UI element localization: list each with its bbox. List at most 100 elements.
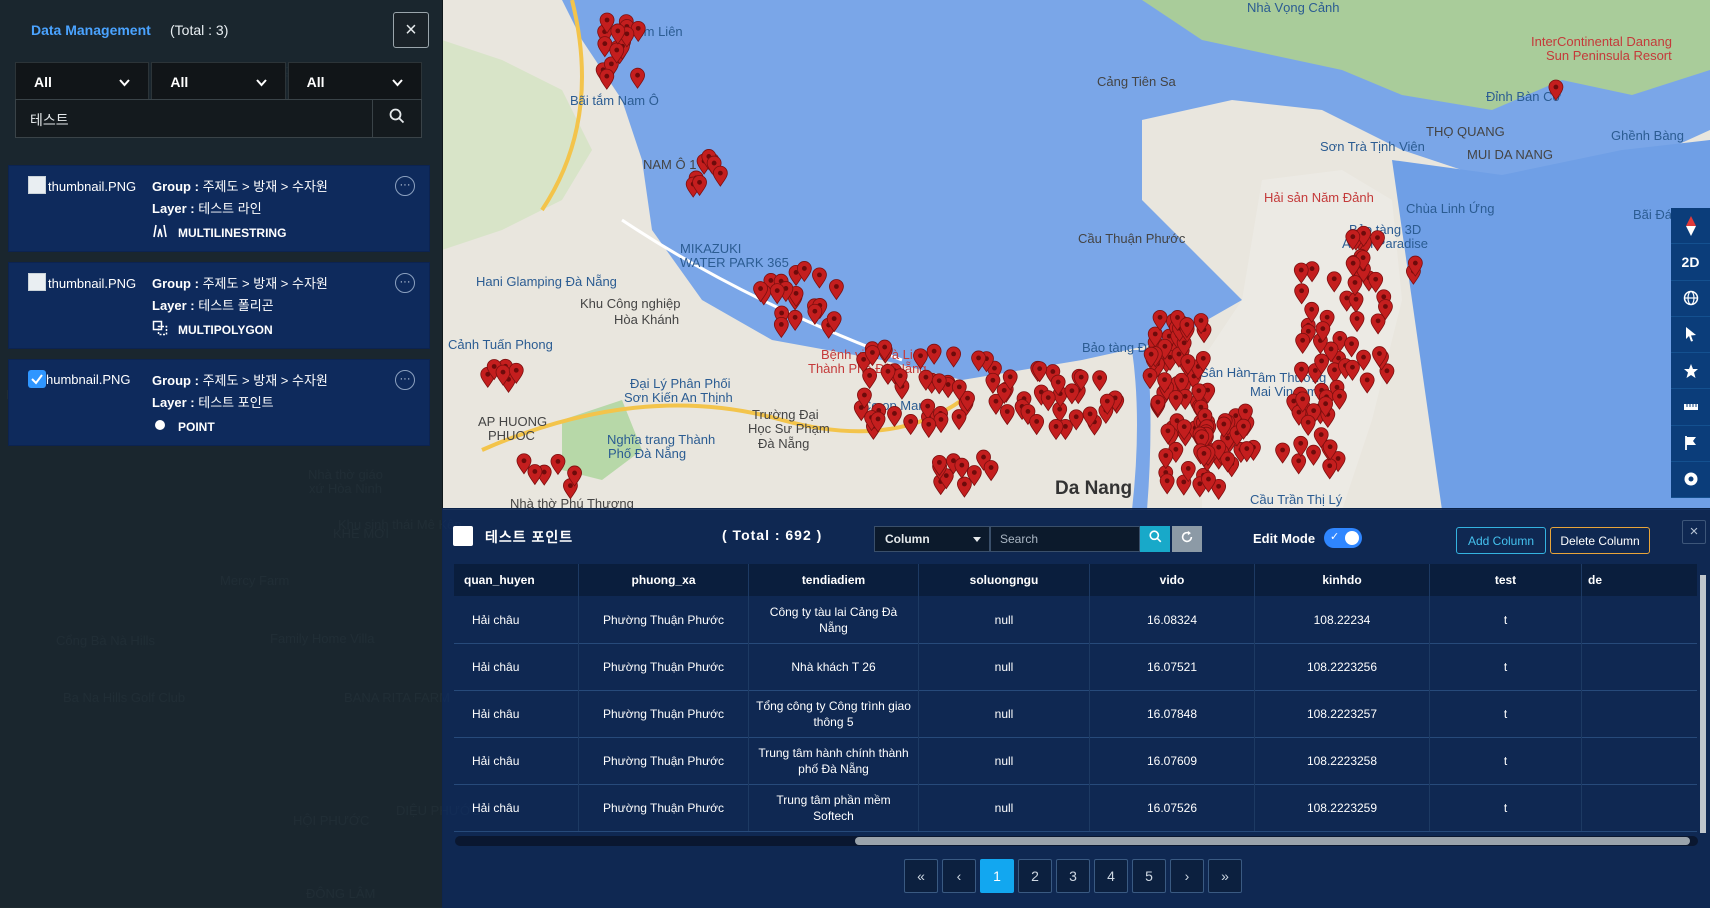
map-marker[interactable]: [1032, 361, 1048, 383]
layer-card[interactable]: humbnail.PNG Group : 주제도 > 방재 > 수자원 Laye…: [8, 359, 430, 446]
map-marker[interactable]: [812, 267, 827, 289]
map-marker[interactable]: [983, 460, 999, 482]
filter-select-2[interactable]: All: [151, 62, 286, 101]
map-marker[interactable]: [862, 368, 878, 390]
more-options-button[interactable]: ···: [395, 370, 415, 390]
map-marker[interactable]: [1029, 414, 1045, 436]
map-marker[interactable]: [829, 279, 844, 301]
pointer-icon[interactable]: [1671, 317, 1710, 353]
table-cell[interactable]: 16.07526: [1090, 784, 1255, 831]
table-cell[interactable]: 108.2223258: [1255, 737, 1430, 784]
map-marker[interactable]: [1368, 271, 1384, 293]
map-marker[interactable]: [887, 406, 902, 428]
table-cell[interactable]: t: [1430, 784, 1582, 831]
table-cell[interactable]: Trung tâm phần mềm Softech: [749, 784, 919, 831]
table-cell[interactable]: Phường Thuận Phước: [579, 643, 749, 690]
table-cell[interactable]: t: [1430, 596, 1582, 643]
target-icon[interactable]: [1671, 462, 1710, 498]
map-marker[interactable]: [1370, 230, 1385, 252]
table-row[interactable]: Hải châu Phường Thuận Phước Trung tâm hành…: [454, 737, 1697, 785]
map-marker[interactable]: [1322, 458, 1338, 480]
table-cell[interactable]: 16.07609: [1090, 737, 1255, 784]
table-refresh-button[interactable]: [1172, 526, 1202, 552]
map-marker[interactable]: [597, 36, 613, 58]
map-marker[interactable]: [599, 68, 615, 90]
table-row[interactable]: Hải châu Phường Thuận Phước Trung tâm phần…: [454, 784, 1697, 832]
select-all-checkbox[interactable]: [453, 526, 473, 546]
map-marker[interactable]: [999, 404, 1015, 426]
map-marker[interactable]: [1349, 311, 1365, 333]
table-cell[interactable]: [1582, 643, 1697, 690]
map-marker[interactable]: [933, 412, 949, 434]
horizontal-scrollbar[interactable]: [455, 836, 1698, 846]
table-cell[interactable]: null: [919, 596, 1090, 643]
page-button[interactable]: ‹: [942, 859, 976, 893]
table-cell[interactable]: 108.2223256: [1255, 643, 1430, 690]
table-cell[interactable]: Phường Thuận Phước: [579, 737, 749, 784]
table-cell[interactable]: Trung tâm hành chính thành phố Đà Nẵng: [749, 737, 919, 784]
map-marker[interactable]: [1295, 332, 1311, 354]
table-cell[interactable]: 16.07848: [1090, 690, 1255, 737]
table-cell[interactable]: t: [1430, 737, 1582, 784]
page-button[interactable]: 5: [1132, 859, 1166, 893]
column-header[interactable]: kinhdo: [1255, 564, 1430, 596]
search-button[interactable]: [372, 100, 421, 137]
map-marker[interactable]: [1092, 370, 1108, 392]
table-cell[interactable]: Tổng công ty Công trình giao thông 5: [749, 690, 919, 737]
search-input[interactable]: 테스트: [16, 100, 372, 137]
table-cell[interactable]: Phường Thuận Phước: [579, 596, 749, 643]
table-cell[interactable]: 108.2223259: [1255, 784, 1430, 831]
map-marker[interactable]: [1168, 390, 1184, 412]
map-marker[interactable]: [712, 165, 728, 187]
table-row[interactable]: Hải châu Phường Thuận Phước Nhà khách T 26…: [454, 643, 1697, 691]
column-header[interactable]: phuong_xa: [579, 564, 749, 596]
map-marker[interactable]: [787, 309, 803, 331]
map-marker[interactable]: [1326, 271, 1342, 293]
vertical-scrollbar[interactable]: [1700, 575, 1706, 833]
column-header[interactable]: test: [1430, 564, 1582, 596]
table-cell[interactable]: null: [919, 737, 1090, 784]
more-options-button[interactable]: ···: [395, 176, 415, 196]
map-marker[interactable]: [1344, 336, 1359, 358]
table-cell[interactable]: Hải châu: [454, 784, 579, 831]
table-cell[interactable]: Nhà khách T 26: [749, 643, 919, 690]
column-header[interactable]: tendiadiem: [749, 564, 919, 596]
map-marker[interactable]: [1332, 388, 1347, 410]
map-marker[interactable]: [550, 453, 566, 476]
map-marker[interactable]: [1048, 419, 1064, 441]
column-header[interactable]: vido: [1090, 564, 1255, 596]
map-marker[interactable]: [954, 457, 970, 479]
map-marker[interactable]: [1293, 262, 1309, 284]
edit-mode-toggle[interactable]: ✓: [1324, 528, 1362, 548]
table-row[interactable]: Hải châu Phường Thuận Phước Tổng công ty C…: [454, 690, 1697, 738]
table-cell[interactable]: null: [919, 784, 1090, 831]
column-header[interactable]: soluongngu: [919, 564, 1090, 596]
map-marker[interactable]: [1158, 448, 1174, 470]
compass-icon[interactable]: [1671, 208, 1710, 245]
table-cell[interactable]: Hải châu: [454, 737, 579, 784]
page-button[interactable]: 1: [980, 859, 1014, 893]
map-marker[interactable]: [1294, 283, 1310, 305]
2d-toggle-button[interactable]: 2D: [1671, 244, 1710, 281]
map-marker[interactable]: [1348, 291, 1364, 313]
map-marker[interactable]: [1300, 414, 1316, 436]
map-marker[interactable]: [1159, 473, 1175, 495]
page-button[interactable]: »: [1208, 859, 1242, 893]
table-cell[interactable]: [1582, 596, 1697, 643]
map-marker[interactable]: [1370, 313, 1386, 335]
globe-icon[interactable]: [1671, 281, 1710, 317]
map-marker[interactable]: [1306, 444, 1321, 466]
scrollbar-thumb[interactable]: [855, 837, 1690, 845]
page-button[interactable]: «: [904, 859, 938, 893]
page-button[interactable]: ›: [1170, 859, 1204, 893]
map-marker[interactable]: [527, 464, 543, 486]
close-button[interactable]: ×: [393, 12, 429, 48]
table-cell[interactable]: t: [1430, 690, 1582, 737]
table-cell[interactable]: 108.2223257: [1255, 690, 1430, 737]
map-marker[interactable]: [1293, 435, 1309, 457]
map-marker[interactable]: [951, 409, 967, 431]
map-marker[interactable]: [1345, 359, 1360, 381]
page-button[interactable]: 3: [1056, 859, 1090, 893]
map-marker[interactable]: [630, 67, 645, 89]
column-header[interactable]: de: [1582, 564, 1697, 596]
